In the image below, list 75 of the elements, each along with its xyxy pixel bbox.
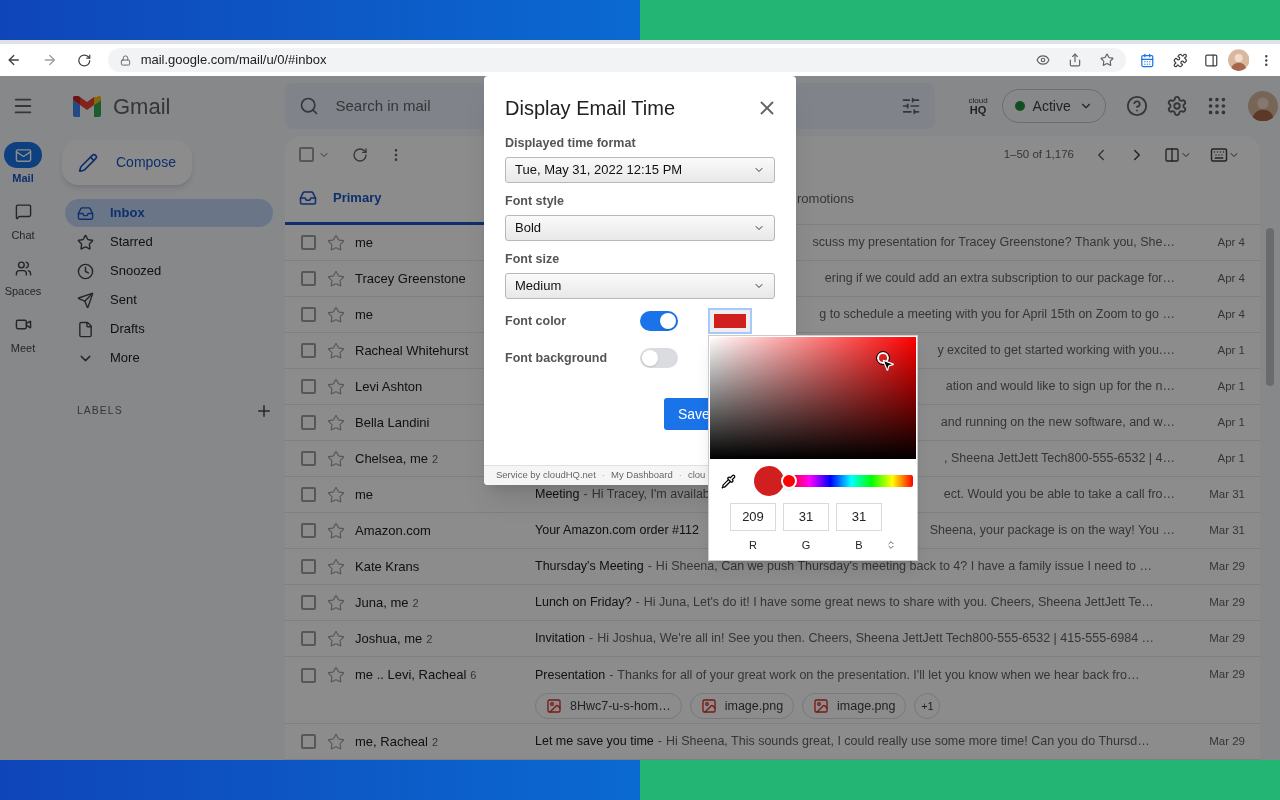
email-snippet: y excited to get started working with you.… (937, 342, 1175, 360)
attachment-name: image.png (724, 697, 784, 715)
dash-separator: - (647, 558, 652, 576)
email-sender: Racheal Whitehurst (355, 341, 469, 360)
email-snippet: Thanks for all of your great work on the presentation. I'll let you know when we hear back fro… (617, 666, 1140, 684)
email-snippet: g to schedule a meeting with you for April 15th on Zoom to go … (819, 306, 1175, 324)
field-label: Font style (505, 193, 566, 209)
email-subject: Presentation (535, 666, 606, 684)
email-snippet: Sheena, your package is on the way! You … (929, 522, 1175, 540)
email-sender: me (355, 233, 374, 252)
email-snippet: Hi Sheena, Can we push Thursday's meeting back to 4? I have a family issue I need to … (655, 558, 1153, 576)
logo-text: HQ (969, 104, 987, 116)
email-date: Apr 4 (1216, 271, 1246, 286)
email-sender: Tracey Greenstone (355, 269, 466, 288)
email-date: Mar 31 (1208, 523, 1246, 538)
email-subject: Meeting (535, 486, 580, 504)
thread-count: 2 (412, 595, 419, 611)
email-date: Mar 31 (1208, 487, 1246, 502)
email-snippet: and running on the new software, and w… (940, 414, 1175, 432)
email-sender: Joshua, me (355, 629, 423, 648)
email-subject: Thursday's Meeting (535, 558, 644, 576)
email-snippet: Hi Tracey, I'm availab (591, 486, 710, 504)
dash-separator: - (657, 733, 662, 751)
email-snippet: ect. Would you be able to take a call fro… (943, 486, 1175, 504)
email-sender: Bella Landini (355, 413, 430, 432)
email-date: Apr 4 (1216, 307, 1246, 322)
email-date: Apr 1 (1216, 379, 1246, 394)
email-subject: Lunch on Friday? (535, 594, 632, 612)
email-sender: me, Racheal (355, 732, 428, 751)
email-date: Mar 29 (1208, 559, 1246, 574)
email-date: Mar 29 (1208, 631, 1246, 646)
dialog-title: Display Email Time (505, 96, 676, 121)
field-label: Displayed time format (505, 135, 637, 151)
dash-separator: - (635, 594, 640, 612)
email-subject: Invitation (535, 630, 586, 648)
thread-count: 2 (426, 631, 433, 647)
email-date: Apr 1 (1216, 451, 1246, 466)
pagination-text: 1–50 of 1,176 (1003, 146, 1074, 162)
email-date: Apr 1 (1216, 343, 1246, 358)
email-date: Mar 29 (1208, 667, 1246, 683)
app-name: Gmail (113, 92, 171, 121)
attachment-name: image.png (837, 697, 896, 715)
thread-count: 2 (432, 451, 439, 467)
email-sender: me (355, 485, 374, 504)
email-sender: me (355, 305, 374, 324)
email-snippet: ering if we could add an extra subscription to our package for… (824, 270, 1175, 288)
email-sender: Amazon.com (355, 521, 431, 540)
email-sender: Kate Krans (355, 557, 420, 576)
email-snippet: scuss my presentation for Tracey Greenstone? Thank you, She… (812, 234, 1175, 252)
dash-separator: - (583, 486, 588, 504)
email-subject: Your Amazon.com order #112 (535, 522, 699, 540)
email-subject: Let me save you time (535, 733, 654, 751)
email-snippet: Hi Sheena, This sounds great, I could really use some more time! Can you do Thursd… (666, 733, 1150, 751)
thread-count: 2 (432, 734, 439, 750)
email-sender: Juna, me (355, 593, 409, 612)
email-date: Mar 29 (1208, 595, 1246, 610)
email-date: Apr 1 (1216, 415, 1246, 430)
email-date: Mar 29 (1208, 733, 1246, 749)
section-heading: LABELS (77, 403, 123, 419)
email-sender: Levi Ashton (355, 377, 423, 396)
email-snippet: ation and would like to sign up for the n… (945, 378, 1175, 396)
dash-separator: - (589, 630, 594, 648)
toggle-label: Font color (505, 312, 568, 330)
email-sender: Chelsea, me (355, 449, 428, 468)
search-placeholder: Search in mail (335, 95, 431, 116)
email-sender: me .. Levi, Racheal (355, 666, 467, 685)
email-date: Apr 4 (1216, 235, 1246, 250)
attachment-name: 8Hwc7-u-s-hom… (570, 697, 671, 715)
toggle-label: Font background (505, 349, 609, 367)
logo-text: cloud (968, 96, 988, 105)
url-text: mail.google.com/mail/u/0/#inbox (140, 51, 327, 70)
dash-separator: - (609, 666, 614, 684)
thread-count: 6 (470, 668, 477, 684)
email-snippet: Hi Joshua, We're all in! See you then. Cheers, Sheena JettJett Tech800-555-6532 | 415-555-6984 … (597, 630, 1155, 648)
email-snippet: , Sheena JettJett Tech800-555-6532 | 4… (944, 450, 1175, 468)
